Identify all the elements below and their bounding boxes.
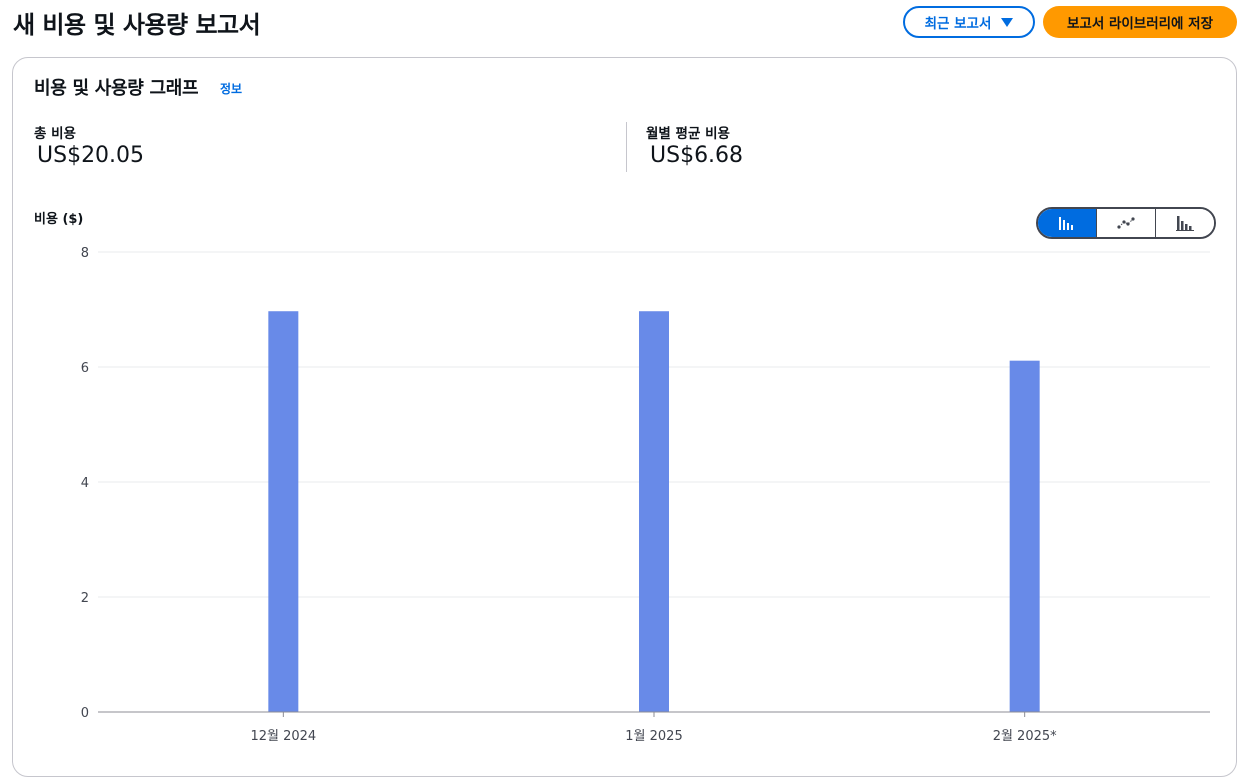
bar-chart-icon: [1059, 217, 1073, 230]
stacked-bar-chart-toggle[interactable]: [1156, 209, 1214, 237]
monthly-average-cost-value: US$6.68: [650, 143, 744, 168]
chart-type-toggle: [1036, 207, 1216, 239]
total-cost-value: US$20.05: [37, 143, 145, 168]
line-chart-icon: [1117, 217, 1135, 229]
caret-down-icon: [1001, 17, 1014, 27]
card-title: 비용 및 사용량 그래프: [34, 78, 199, 99]
line-chart-toggle[interactable]: [1097, 209, 1156, 237]
save-to-report-library-button[interactable]: 보고서 라이브러리에 저장: [1043, 6, 1237, 38]
monthly-average-cost-label: 월별 평균 비용: [646, 126, 730, 142]
recent-reports-button[interactable]: 최근 보고서: [903, 6, 1035, 38]
page-title: 새 비용 및 사용량 보고서: [13, 11, 261, 39]
page-header: 새 비용 및 사용량 보고서 최근 보고서 보고서 라이브러리에 저장: [0, 0, 1251, 50]
total-cost-label: 총 비용: [34, 126, 76, 142]
cost-usage-graph-card: 비용 및 사용량 그래프 정보 총 비용 US$20.05 월별 평균 비용 U…: [12, 57, 1237, 777]
y-axis-title: 비용 ($): [34, 212, 84, 227]
info-link[interactable]: 정보: [220, 80, 242, 97]
metric-divider: [626, 122, 627, 172]
recent-reports-label: 최근 보고서: [924, 16, 992, 32]
stacked-bar-chart-icon: [1176, 216, 1194, 231]
bar-chart-toggle[interactable]: [1038, 209, 1097, 237]
save-to-report-library-label: 보고서 라이브러리에 저장: [1066, 16, 1214, 32]
